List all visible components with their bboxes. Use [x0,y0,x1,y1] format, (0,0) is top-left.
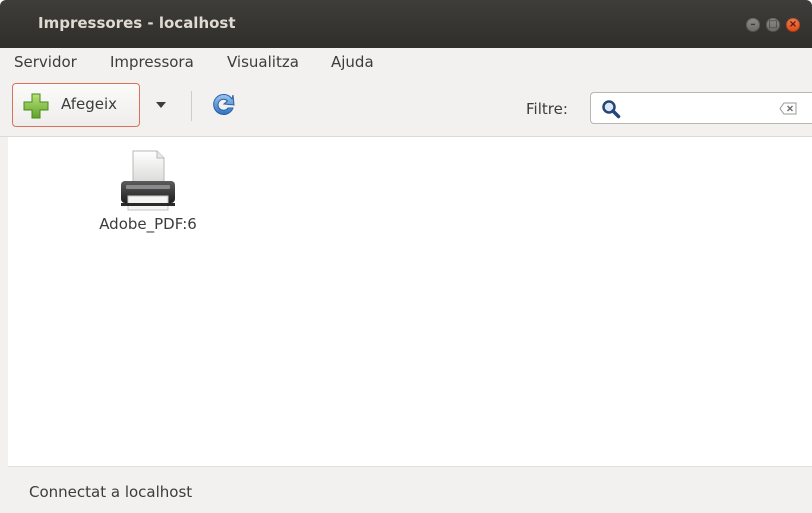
close-icon: × [788,19,798,30]
menu-servidor[interactable]: Servidor [14,53,77,71]
printer-settings-window: Impressores - localhost – □ × Servidor I… [0,0,812,513]
add-printer-button[interactable]: Afegeix [12,83,140,127]
printer-icon [121,150,175,211]
title-bar[interactable]: Impressores - localhost – □ × [0,0,812,48]
status-bar: Connectat a localhost [8,466,812,513]
filter-input[interactable] [627,97,781,121]
search-icon [602,100,621,119]
minimize-icon: – [750,19,756,30]
menu-impressora[interactable]: Impressora [110,53,194,71]
printer-item[interactable]: Adobe_PDF:6 [78,145,218,245]
add-dropdown-button[interactable] [146,83,178,127]
printer-list-area[interactable]: Adobe_PDF:6 [8,137,812,466]
maximize-icon: □ [768,19,778,30]
chevron-down-icon [156,102,166,108]
status-text: Connectat a localhost [29,483,193,501]
maximize-button[interactable]: □ [766,18,780,32]
menu-visualitza[interactable]: Visualitza [227,53,299,71]
toolbar-separator [191,91,192,121]
toolbar: Afegeix Filtre: [0,78,812,137]
minimize-button[interactable]: – [746,18,760,32]
menu-bar: Servidor Impressora Visualitza Ajuda [0,48,812,78]
filter-label: Filtre: [526,100,568,118]
menu-ajuda[interactable]: Ajuda [331,53,374,71]
printer-name: Adobe_PDF:6 [99,215,197,233]
filter-field[interactable] [590,92,812,124]
clear-icon[interactable] [779,102,797,115]
refresh-button[interactable] [206,88,240,122]
close-button[interactable]: × [786,18,800,32]
window-title: Impressores - localhost [38,14,236,32]
add-printer-label: Afegeix [61,95,118,113]
refresh-icon [213,93,235,115]
plus-icon [23,93,49,119]
window-left-edge [0,137,8,513]
